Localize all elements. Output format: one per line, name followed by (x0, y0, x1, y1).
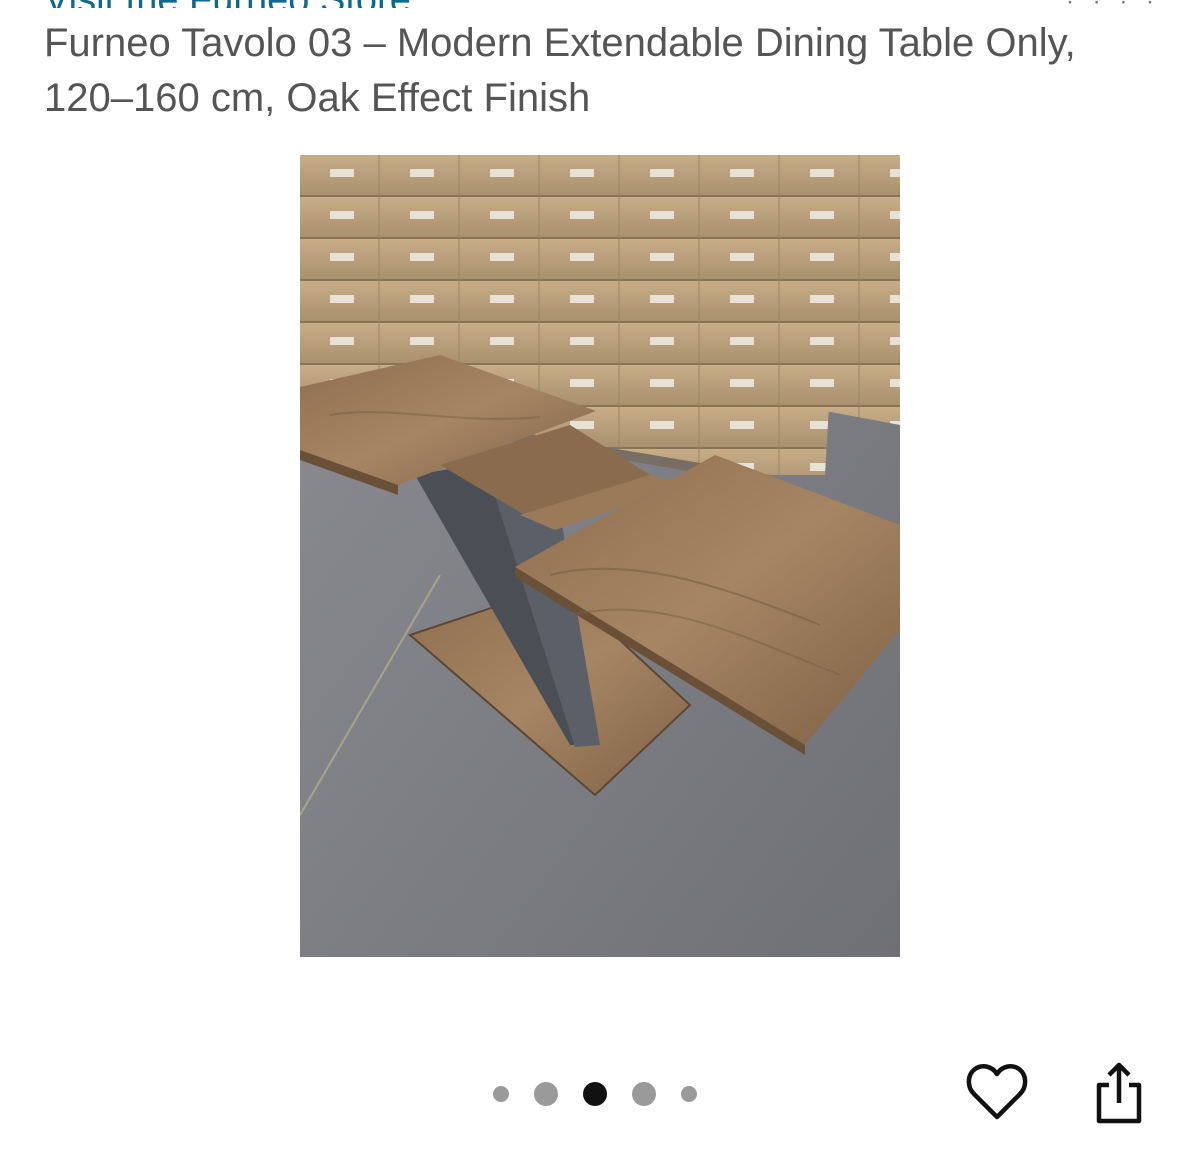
share-button[interactable] (1084, 1058, 1154, 1128)
heart-outline-icon (966, 1064, 1028, 1120)
pagination-dot[interactable] (681, 1086, 697, 1102)
pagination-dot[interactable] (534, 1082, 558, 1106)
image-pagination (493, 1078, 697, 1110)
visit-store-link[interactable]: Visit the Furneo Store (44, 0, 744, 8)
product-image[interactable] (300, 155, 900, 957)
share-icon (1096, 1062, 1142, 1124)
pagination-dot[interactable] (493, 1086, 509, 1102)
wishlist-button[interactable] (962, 1058, 1032, 1128)
product-title: Furneo Tavolo 03 – Modern Extendable Din… (44, 21, 1076, 120)
store-link-wrapper: Visit the Furneo Store (44, 0, 744, 8)
product-photo (300, 155, 900, 957)
rating-fragment: · · · · (1066, 0, 1160, 15)
pagination-dot[interactable] (632, 1082, 656, 1106)
pagination-dot-active[interactable] (583, 1082, 607, 1106)
